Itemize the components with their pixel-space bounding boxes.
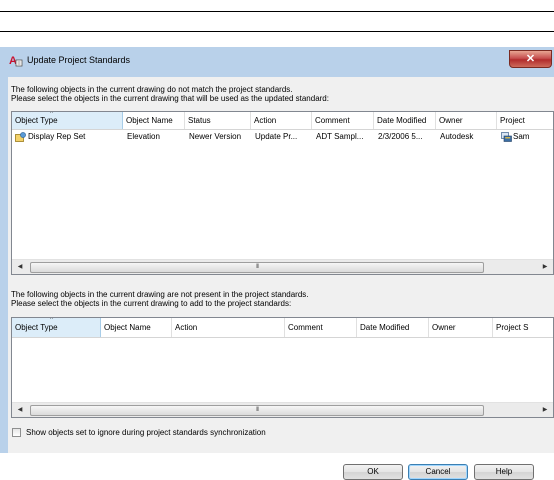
column-header-status[interactable]: Status: [185, 112, 251, 129]
sort-ascending-icon: ^: [50, 318, 53, 323]
horizontal-scrollbar[interactable]: ◀ III ▶: [12, 259, 553, 274]
column-header-project[interactable]: Project: [497, 112, 553, 129]
list-header: Object Type ^ Object Name Status Action …: [12, 112, 553, 130]
column-header-date-modified[interactable]: Date Modified: [357, 318, 429, 337]
column-header-owner[interactable]: Owner: [429, 318, 493, 337]
cancel-button[interactable]: Cancel: [408, 464, 468, 480]
list-header: Object Type ^ Object Name Action Comment…: [12, 318, 553, 338]
column-header-date-modified[interactable]: Date Modified: [374, 112, 436, 129]
update-project-standards-dialog: A Update Project Standards ✕ The followi…: [0, 47, 554, 480]
cell-object-type: Display Rep Set: [28, 132, 86, 141]
column-header-comment[interactable]: Comment: [312, 112, 374, 129]
column-header-action[interactable]: Action: [251, 112, 312, 129]
column-header-object-type[interactable]: Object Type ^: [12, 318, 101, 337]
cell-status: Newer Version: [189, 132, 242, 141]
column-header-object-type[interactable]: Object Type ^: [12, 112, 123, 129]
show-ignored-checkbox[interactable]: [12, 428, 21, 437]
close-button[interactable]: ✕: [509, 50, 552, 68]
project-standards-icon: [501, 132, 512, 142]
help-button[interactable]: Help: [474, 464, 534, 480]
column-header-object-name[interactable]: Object Name: [101, 318, 172, 337]
horizontal-scrollbar[interactable]: ◀ III ▶: [12, 402, 553, 417]
cell-date-modified: 2/3/2006 5...: [378, 132, 423, 141]
autocad-app-icon: A: [9, 55, 23, 67]
top-rule-2: [0, 31, 554, 32]
dialog-client-area: The following objects in the current dra…: [8, 77, 554, 480]
cell-project: Sam: [513, 132, 530, 141]
show-ignored-checkbox-label: Show objects set to ignore during projec…: [26, 428, 266, 437]
scroll-right-icon[interactable]: ▶: [537, 260, 553, 274]
new-objects-list[interactable]: Object Type ^ Object Name Action Comment…: [11, 317, 554, 418]
title-bar[interactable]: A Update Project Standards ✕: [0, 47, 554, 75]
column-header-action[interactable]: Action: [172, 318, 285, 337]
missing-description-line1: The following objects in the current dra…: [11, 290, 309, 299]
column-header-owner[interactable]: Owner: [436, 112, 497, 129]
cell-owner: Autodesk: [440, 132, 474, 141]
ok-button[interactable]: OK: [343, 464, 403, 480]
close-icon: ✕: [525, 53, 536, 65]
cell-object-name: Elevation: [127, 132, 160, 141]
sort-ascending-icon: ^: [50, 112, 53, 117]
cell-action: Update Pr...: [255, 132, 298, 141]
column-header-comment[interactable]: Comment: [285, 318, 357, 337]
scroll-thumb[interactable]: III: [30, 405, 484, 416]
mismatch-description-line2: Please select the objects in the current…: [11, 94, 329, 103]
dialog-title: Update Project Standards: [27, 55, 131, 65]
mismatch-description-line1: The following objects in the current dra…: [11, 85, 293, 94]
scroll-left-icon[interactable]: ◀: [12, 403, 28, 417]
top-rule: [0, 11, 554, 12]
scroll-left-icon[interactable]: ◀: [12, 260, 28, 274]
scroll-right-icon[interactable]: ▶: [537, 403, 553, 417]
column-header-object-name[interactable]: Object Name: [123, 112, 185, 129]
mismatched-objects-list[interactable]: Object Type ^ Object Name Status Action …: [11, 111, 554, 275]
scroll-thumb[interactable]: III: [30, 262, 484, 273]
column-header-project-s[interactable]: Project S: [493, 318, 553, 337]
cell-comment: ADT Sampl...: [316, 132, 364, 141]
missing-description-line2: Please select the objects in the current…: [11, 299, 292, 308]
display-rep-set-icon: [15, 132, 26, 142]
